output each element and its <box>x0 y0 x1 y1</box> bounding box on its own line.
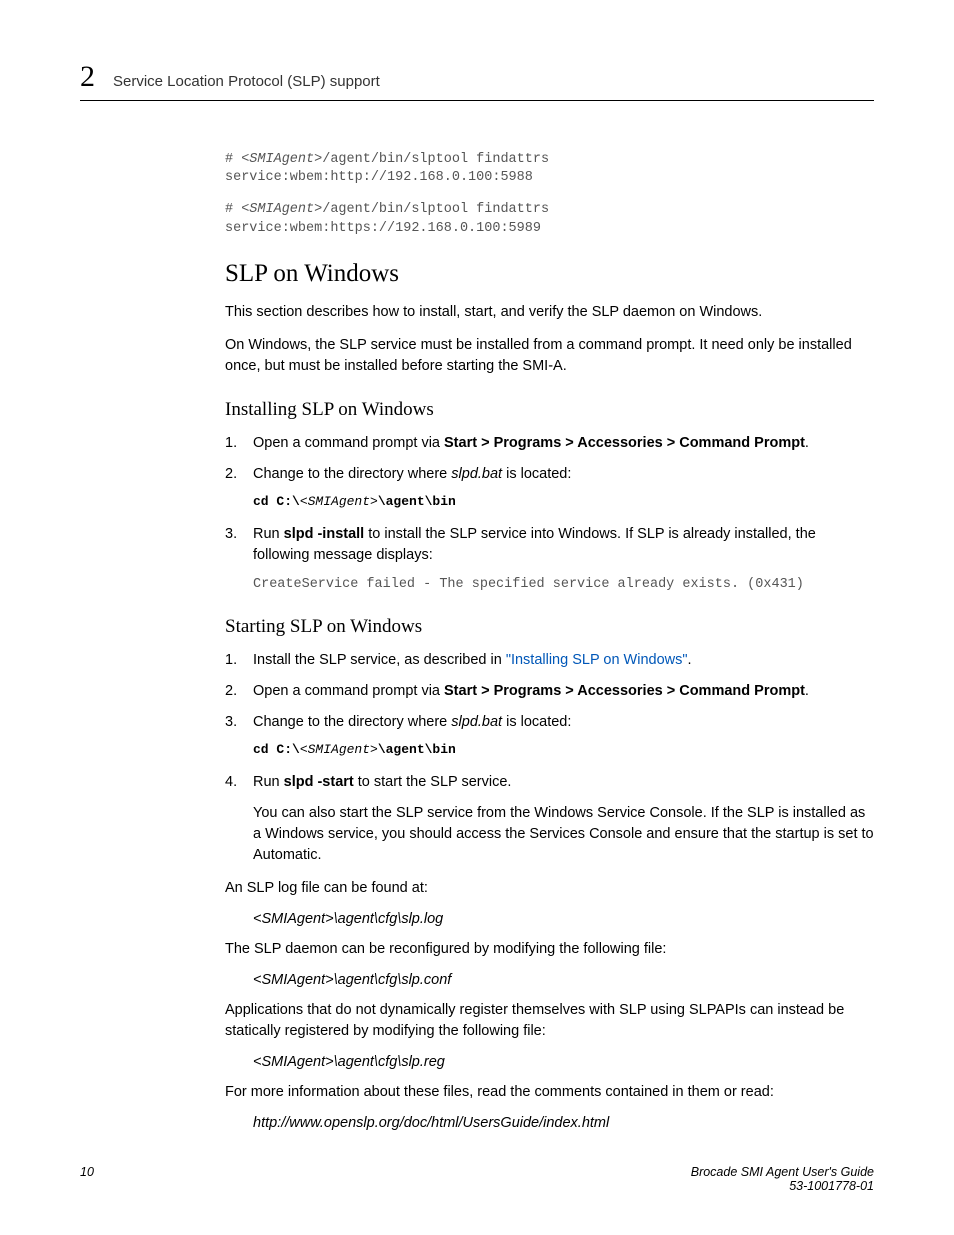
heading-starting: Starting SLP on Windows <box>225 616 874 638</box>
footer-doc-info: Brocade SMI Agent User's Guide 53-100177… <box>691 1165 874 1193</box>
list-item: Run slpd -install to install the SLP ser… <box>225 524 874 594</box>
chapter-number: 2 <box>80 60 95 94</box>
paragraph: Applications that do not dynamically reg… <box>225 1000 874 1042</box>
paragraph: For more information about these files, … <box>225 1082 874 1103</box>
install-steps: Open a command prompt via Start > Progra… <box>225 433 874 594</box>
start-steps: Install the SLP service, as described in… <box>225 650 874 866</box>
paragraph: This section describes how to install, s… <box>225 302 874 323</box>
file-path: <SMIAgent>\agent\cfg\slp.conf <box>253 972 874 988</box>
paragraph: You can also start the SLP service from … <box>253 803 874 866</box>
url-path: http://www.openslp.org/doc/html/UsersGui… <box>253 1115 874 1131</box>
link-installing[interactable]: "Installing SLP on Windows" <box>506 652 688 668</box>
list-item: Open a command prompt via Start > Progra… <box>225 681 874 702</box>
page-number: 10 <box>80 1165 94 1193</box>
paragraph: On Windows, the SLP service must be inst… <box>225 335 874 377</box>
page-header: 2 Service Location Protocol (SLP) suppor… <box>80 60 874 101</box>
code-block-2: # <SMIAgent>/agent/bin/slptool findattrs… <box>225 201 874 237</box>
code-line: cd C:\<SMIAgent>\agent\bin <box>253 741 874 760</box>
paragraph: An SLP log file can be found at: <box>225 878 874 899</box>
code-line: cd C:\<SMIAgent>\agent\bin <box>253 493 874 512</box>
code-output: CreateService failed - The specified ser… <box>253 576 874 594</box>
list-item: Open a command prompt via Start > Progra… <box>225 433 874 454</box>
header-title: Service Location Protocol (SLP) support <box>113 73 380 90</box>
code-block-1: # <SMIAgent>/agent/bin/slptool findattrs… <box>225 151 874 187</box>
heading-slp-windows: SLP on Windows <box>225 260 874 288</box>
heading-installing: Installing SLP on Windows <box>225 399 874 421</box>
file-path: <SMIAgent>\agent\cfg\slp.log <box>253 911 874 927</box>
paragraph: The SLP daemon can be reconfigured by mo… <box>225 939 874 960</box>
list-item: Change to the directory where slpd.bat i… <box>225 712 874 760</box>
file-path: <SMIAgent>\agent\cfg\slp.reg <box>253 1054 874 1070</box>
page-footer: 10 Brocade SMI Agent User's Guide 53-100… <box>80 1165 874 1193</box>
list-item: Install the SLP service, as described in… <box>225 650 874 671</box>
list-item: Run slpd -start to start the SLP service… <box>225 772 874 866</box>
page-content: # <SMIAgent>/agent/bin/slptool findattrs… <box>225 151 874 1131</box>
list-item: Change to the directory where slpd.bat i… <box>225 464 874 512</box>
